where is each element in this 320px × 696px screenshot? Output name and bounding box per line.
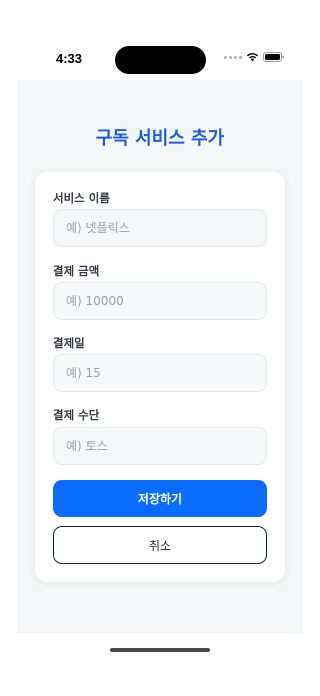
dynamic-island bbox=[115, 46, 206, 74]
service-name-label: 서비스 이름 bbox=[53, 191, 110, 205]
cellular-signal-icon bbox=[224, 55, 242, 59]
service-name-input[interactable] bbox=[53, 209, 267, 247]
cancel-button[interactable]: 취소 bbox=[53, 526, 267, 564]
battery-icon bbox=[263, 52, 285, 62]
payment-amount-label: 결제 금액 bbox=[53, 264, 100, 278]
status-icons bbox=[224, 52, 285, 62]
status-time: 4:33 bbox=[56, 51, 83, 66]
payment-day-input[interactable] bbox=[53, 354, 267, 392]
page-title: 구독 서비스 추가 bbox=[95, 128, 225, 149]
payment-day-label: 결제일 bbox=[53, 336, 85, 350]
home-indicator[interactable] bbox=[110, 648, 210, 652]
save-button[interactable]: 저장하기 bbox=[53, 480, 267, 517]
payment-method-label: 결제 수단 bbox=[53, 408, 100, 422]
payment-amount-input[interactable] bbox=[53, 282, 267, 320]
wifi-icon bbox=[246, 53, 259, 62]
payment-method-input[interactable] bbox=[53, 427, 267, 465]
subscription-form-card: 서비스 이름 결제 금액 결제일 결제 수단 저장하기 취소 bbox=[35, 172, 285, 582]
status-bar: 4:33 bbox=[0, 0, 320, 80]
